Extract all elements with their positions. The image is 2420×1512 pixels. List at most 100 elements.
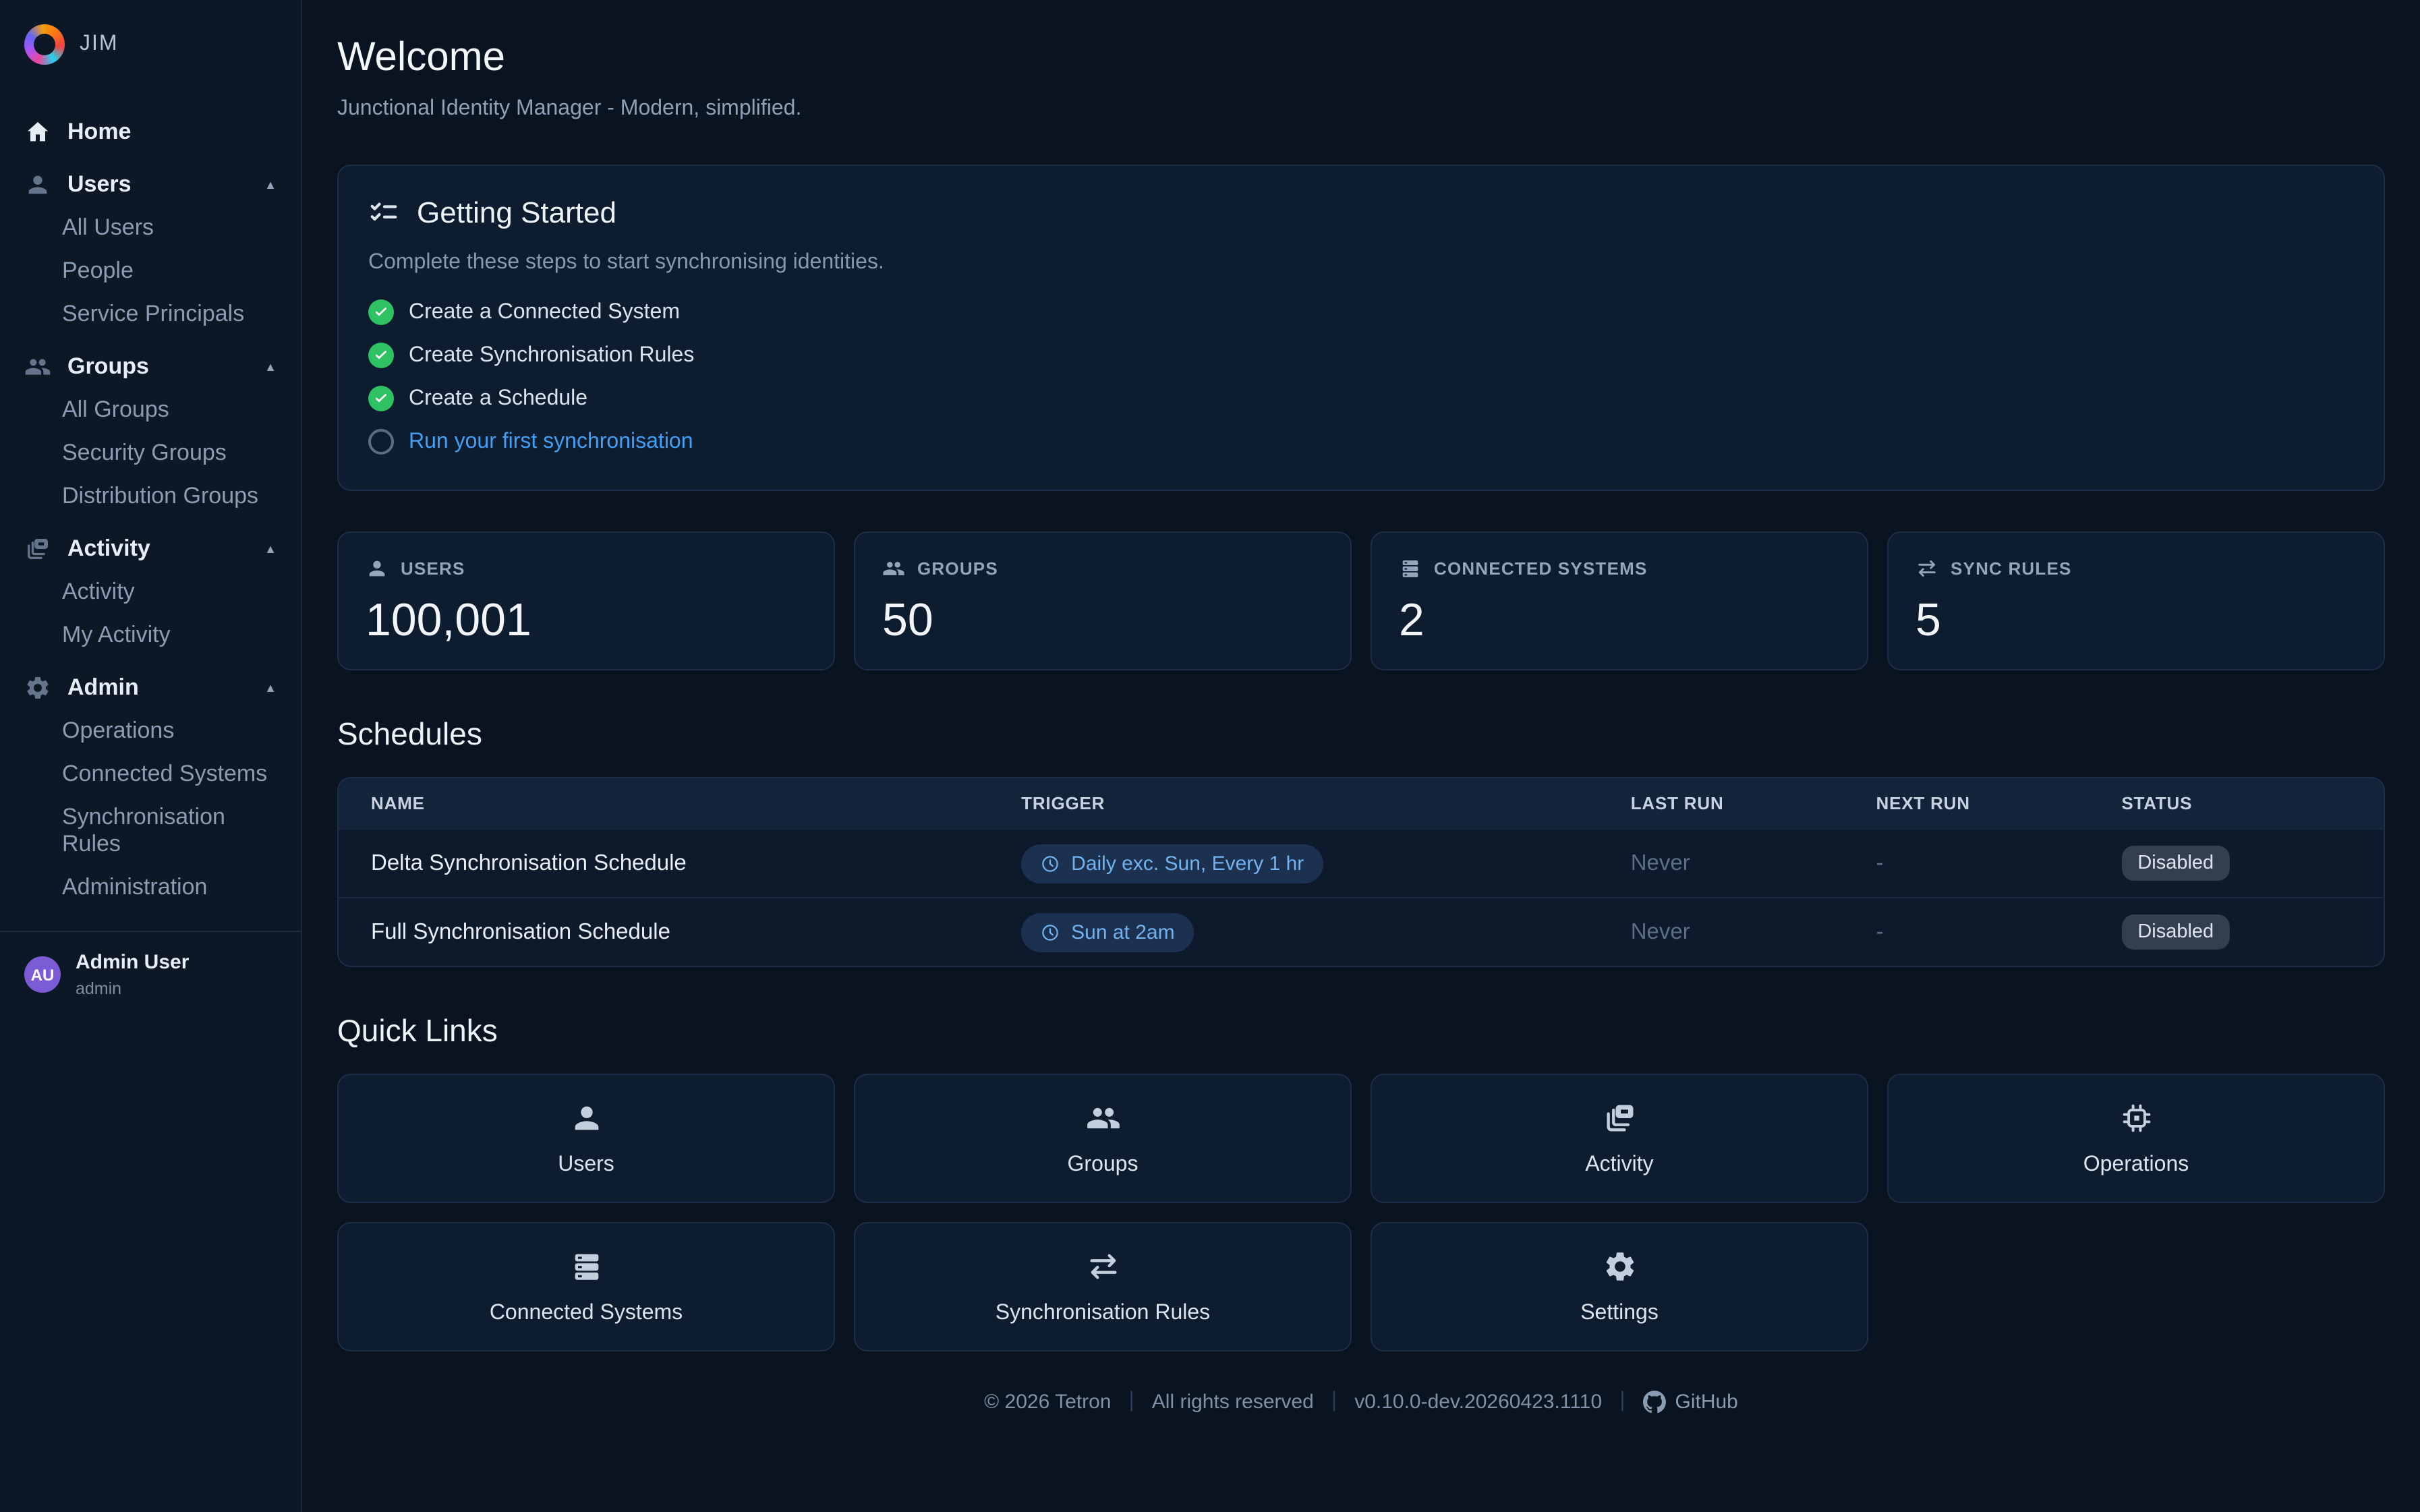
quick-link-synchronisation-rules[interactable]: Synchronisation Rules: [854, 1222, 1352, 1351]
quick-links-row-2: Connected Systems Synchronisation Rules …: [337, 1222, 2385, 1351]
status-badge: Disabled: [2121, 914, 2230, 950]
quick-link-activity[interactable]: Activity: [1371, 1074, 1868, 1203]
quick-link-groups[interactable]: Groups: [854, 1074, 1352, 1203]
quick-link-label: Connected Systems: [490, 1301, 683, 1325]
trigger-chip: Sun at 2am: [1021, 912, 1193, 952]
gear-icon: [1602, 1248, 1637, 1283]
footer-rights: All rights reserved: [1152, 1390, 1314, 1413]
app-window: JIM Home Users ▲ All Users People Servic…: [0, 0, 2420, 1512]
page-subtitle: Junctional Identity Manager - Modern, si…: [337, 97, 2385, 121]
quick-links-row-1: Users Groups Activity Operations: [337, 1074, 2385, 1203]
gear-icon: [24, 674, 51, 701]
last-run-value: Never: [1598, 919, 1844, 945]
run-first-synchronisation-link[interactable]: Run your first synchronisation: [409, 430, 693, 454]
stat-value: 2: [1399, 595, 1840, 647]
sidebar-user-menu[interactable]: AU Admin User admin: [0, 931, 301, 1018]
sync-arrows-icon: [1915, 557, 1938, 580]
footer-divider: |: [1619, 1389, 1625, 1414]
sidebar-section-activity[interactable]: Activity ▲: [13, 527, 287, 571]
quick-link-label: Synchronisation Rules: [996, 1301, 1210, 1325]
chevron-up-icon: ▲: [264, 542, 277, 556]
sidebar-item-home[interactable]: Home: [13, 111, 287, 154]
sidebar-section-admin[interactable]: Admin ▲: [13, 666, 287, 709]
quick-link-connected-systems[interactable]: Connected Systems: [337, 1222, 835, 1351]
github-label: GitHub: [1675, 1390, 1738, 1413]
last-run-value: Never: [1598, 850, 1844, 876]
sidebar-item-all-users[interactable]: All Users: [13, 206, 287, 250]
layers-icon: [24, 535, 51, 562]
home-icon: [24, 119, 51, 146]
quick-link-label: Operations: [2083, 1153, 2189, 1177]
stat-card-sync-rules: SYNC RULES 5: [1887, 531, 2385, 670]
sidebar-item-my-activity[interactable]: My Activity: [13, 614, 287, 657]
chevron-up-icon: ▲: [264, 360, 277, 374]
quick-link-label: Settings: [1580, 1301, 1659, 1325]
main-content: Welcome Junctional Identity Manager - Mo…: [302, 0, 2420, 1512]
getting-started-title: Getting Started: [417, 196, 616, 231]
quick-link-label: Users: [558, 1153, 614, 1177]
column-header-last-run: LAST RUN: [1598, 793, 1844, 813]
github-link[interactable]: GitHub: [1643, 1390, 1738, 1413]
sidebar-item-connected-systems[interactable]: Connected Systems: [13, 753, 287, 796]
sidebar-item-activity[interactable]: Activity: [13, 571, 287, 614]
sidebar-item-label: Home: [67, 119, 131, 146]
next-run-value: -: [1844, 919, 2090, 945]
step-create-schedule: Create a Schedule: [368, 386, 2354, 411]
clock-icon: [1040, 853, 1060, 873]
stat-card-connected-systems: CONNECTED SYSTEMS 2: [1371, 531, 1868, 670]
footer-version: v0.10.0-dev.20260423.1110: [1354, 1390, 1602, 1413]
quick-link-operations[interactable]: Operations: [1887, 1074, 2385, 1203]
sidebar-item-service-principals[interactable]: Service Principals: [13, 293, 287, 336]
stat-label: USERS: [401, 558, 465, 579]
schedules-title: Schedules: [337, 716, 2385, 753]
stat-card-users: USERS 100,001: [337, 531, 835, 670]
sidebar-section-label: Activity: [67, 535, 150, 562]
sidebar-item-distribution-groups[interactable]: Distribution Groups: [13, 475, 287, 518]
sidebar-item-security-groups[interactable]: Security Groups: [13, 432, 287, 475]
sidebar-item-operations[interactable]: Operations: [13, 709, 287, 753]
sidebar-item-administration[interactable]: Administration: [13, 866, 287, 909]
getting-started-card: Getting Started Complete these steps to …: [337, 165, 2385, 491]
user-icon: [569, 1100, 604, 1135]
sidebar-section-label: Admin: [67, 674, 139, 701]
user-icon: [24, 171, 51, 198]
app-logo-icon: [24, 24, 65, 65]
column-header-status: STATUS: [2089, 793, 2384, 813]
step-label: Create a Schedule: [409, 386, 587, 411]
app-logo-row[interactable]: JIM: [0, 19, 301, 78]
user-username: admin: [76, 979, 189, 997]
quick-link-users[interactable]: Users: [337, 1074, 835, 1203]
sidebar-item-all-groups[interactable]: All Groups: [13, 388, 287, 432]
table-row[interactable]: Full Synchronisation Schedule Sun at 2am…: [339, 897, 2384, 966]
sidebar-section-groups[interactable]: Groups ▲: [13, 345, 287, 388]
footer-divider: |: [1128, 1389, 1134, 1414]
status-badge: Disabled: [2121, 846, 2230, 881]
empty-circle-icon: [368, 429, 394, 455]
schedules-table-header: NAME TRIGGER LAST RUN NEXT RUN STATUS: [339, 778, 2384, 828]
footer-divider: |: [1331, 1389, 1337, 1414]
users-icon: [24, 353, 51, 380]
step-create-sync-rules: Create Synchronisation Rules: [368, 343, 2354, 368]
cpu-icon: [2119, 1100, 2154, 1135]
footer-copyright: © 2026 Tetron: [984, 1390, 1111, 1413]
table-row[interactable]: Delta Synchronisation Schedule Daily exc…: [339, 828, 2384, 897]
stat-card-groups: GROUPS 50: [854, 531, 1352, 670]
sync-arrows-icon: [1085, 1248, 1120, 1283]
getting-started-header: Getting Started: [368, 196, 2354, 231]
step-label: Create a Connected System: [409, 300, 680, 324]
getting-started-description: Complete these steps to start synchronis…: [368, 251, 2354, 275]
quick-link-settings[interactable]: Settings: [1371, 1222, 1868, 1351]
trigger-label: Daily exc. Sun, Every 1 hr: [1071, 852, 1304, 875]
sidebar-item-people[interactable]: People: [13, 250, 287, 293]
sidebar-nav: Home Users ▲ All Users People Service Pr…: [0, 111, 301, 909]
quick-link-label: Activity: [1585, 1153, 1653, 1177]
quick-link-label: Groups: [1068, 1153, 1139, 1177]
clock-icon: [1040, 922, 1060, 942]
stat-value: 5: [1915, 595, 2357, 647]
sidebar-item-synchronisation-rules[interactable]: Synchronisation Rules: [13, 796, 287, 866]
next-run-value: -: [1844, 850, 2090, 876]
checklist-icon: [368, 198, 399, 229]
sidebar-section-users[interactable]: Users ▲: [13, 163, 287, 206]
stat-label: GROUPS: [917, 558, 998, 579]
stat-value: 50: [882, 595, 1323, 647]
